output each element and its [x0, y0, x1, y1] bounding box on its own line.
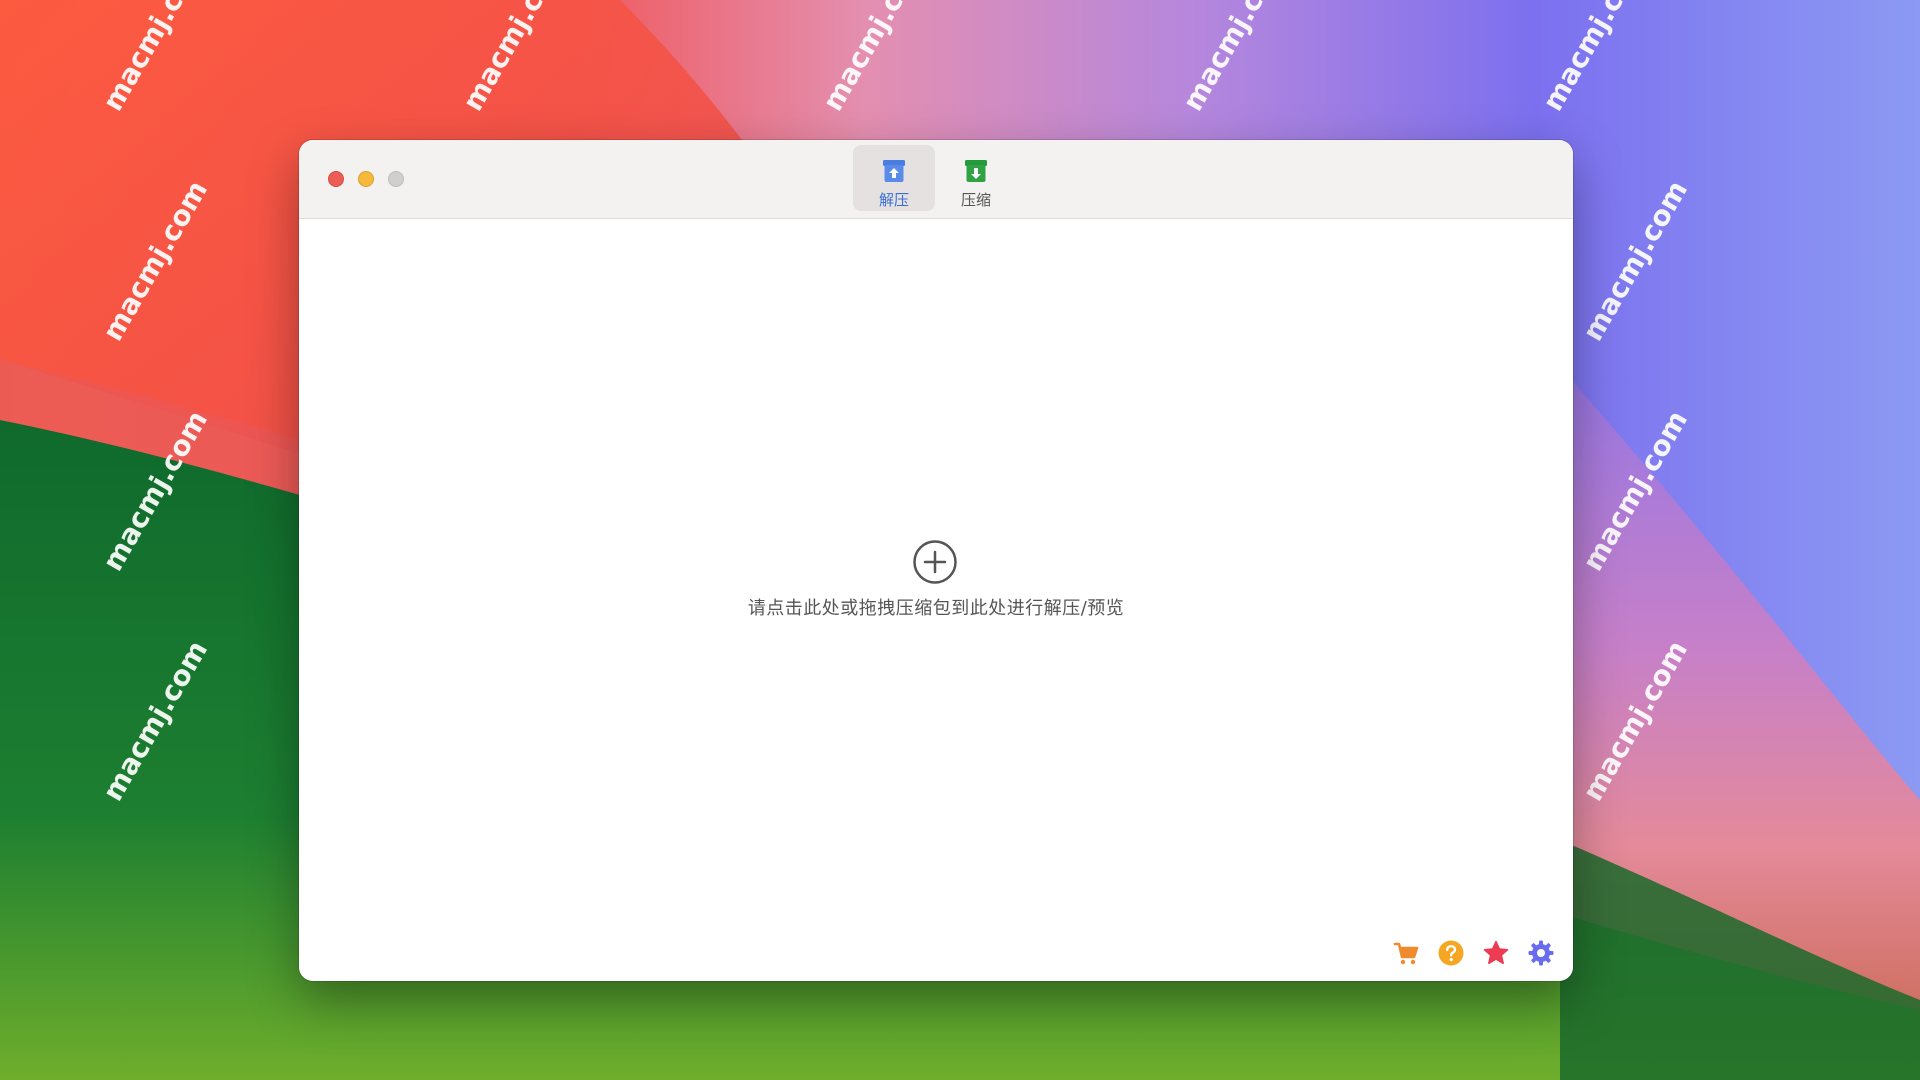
app-window: 解压 压缩 请点击此处或拖拽压缩包到此处进行解压/预览 — [299, 140, 1573, 981]
mode-tabs: 解压 压缩 — [853, 145, 1017, 211]
tab-extract-label: 解压 — [878, 191, 909, 209]
tab-compress-label: 压缩 — [960, 191, 991, 209]
star-icon[interactable] — [1482, 939, 1510, 967]
tab-extract[interactable]: 解压 — [853, 145, 935, 211]
help-icon[interactable] — [1437, 939, 1465, 967]
settings-icon[interactable] — [1527, 939, 1555, 967]
minimize-button[interactable] — [358, 171, 374, 187]
drop-hint-text: 请点击此处或拖拽压缩包到此处进行解压/预览 — [747, 598, 1125, 619]
main-content: 请点击此处或拖拽压缩包到此处进行解压/预览 — [299, 219, 1573, 981]
cart-icon[interactable] — [1392, 939, 1420, 967]
plus-circle-icon[interactable] — [912, 539, 958, 585]
bottom-toolbar — [1392, 939, 1555, 967]
drop-zone[interactable]: 请点击此处或拖拽压缩包到此处进行解压/预览 — [299, 219, 1573, 981]
tab-compress[interactable]: 压缩 — [935, 145, 1017, 211]
archive-download-icon — [965, 160, 987, 182]
desktop: macmj.com macmj.com macmj.com macmj.com … — [0, 0, 1920, 1080]
zoom-button[interactable] — [388, 171, 404, 187]
archive-upload-icon — [883, 160, 905, 182]
close-button[interactable] — [328, 171, 344, 187]
titlebar: 解压 压缩 — [299, 140, 1573, 219]
